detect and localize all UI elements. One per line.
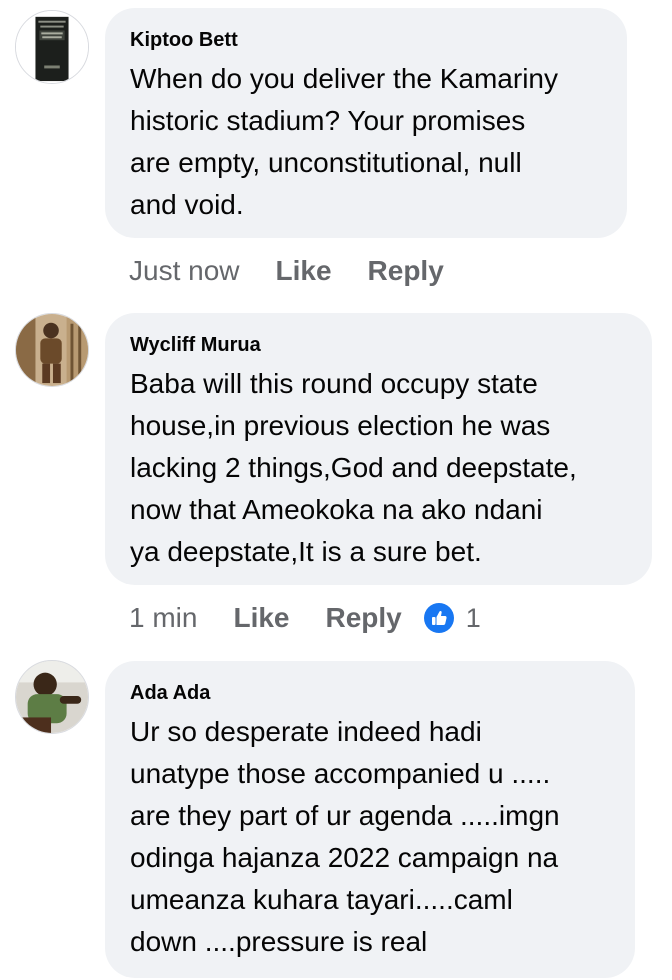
person-avatar-icon (16, 661, 88, 733)
avatar[interactable] (15, 660, 89, 734)
comment-3: Ada Ada Ur so desperate indeed hadi unat… (0, 0, 672, 980)
comment-text: Ur so desperate indeed hadi unatype thos… (130, 716, 560, 957)
comment-author[interactable]: Ada Ada (130, 681, 611, 705)
comment-bubble: Ada Ada Ur so desperate indeed hadi unat… (105, 661, 635, 978)
